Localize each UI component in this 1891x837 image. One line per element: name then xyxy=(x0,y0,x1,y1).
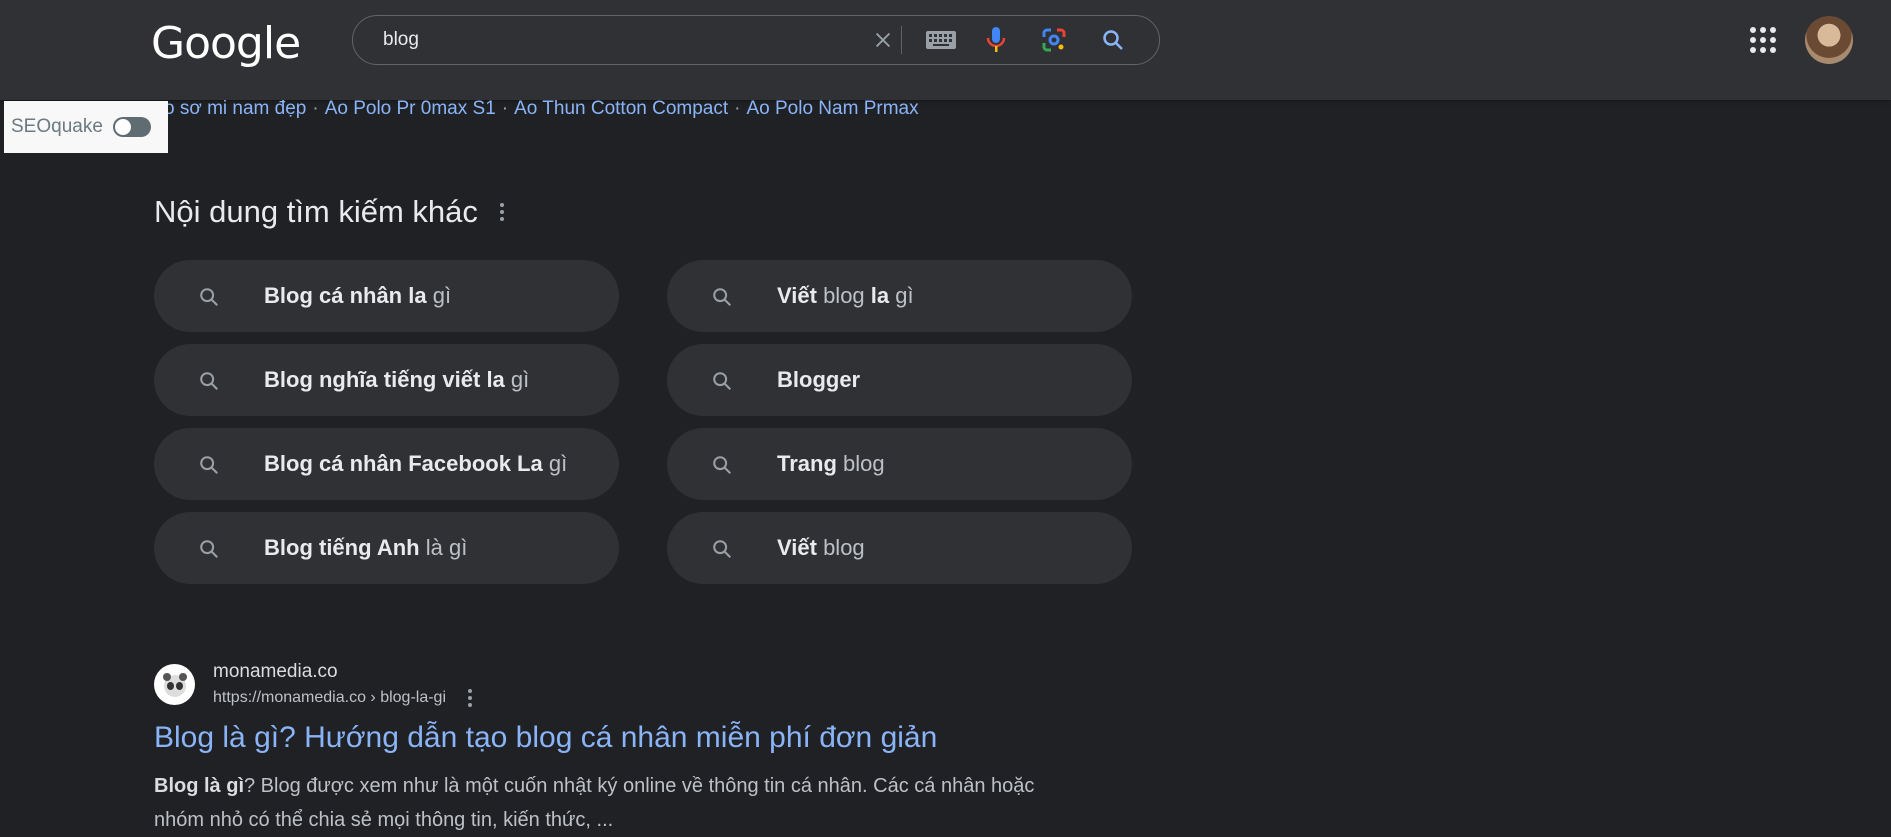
chip-label: Trang blog xyxy=(777,451,885,476)
search-box xyxy=(352,15,1160,65)
close-icon[interactable] xyxy=(863,16,903,64)
result-url-text[interactable]: https://monamedia.co › blog-la-gi xyxy=(213,689,446,707)
seoquake-widget: SEOquake xyxy=(4,101,168,153)
heading-text: Nội dung tìm kiếm khác xyxy=(154,194,478,229)
chip-label: Blogger xyxy=(777,367,861,392)
related-search-chip[interactable]: Viết blog xyxy=(667,512,1132,584)
related-search-chip[interactable]: Blog cá nhân la gì xyxy=(154,260,619,332)
search-icon xyxy=(200,456,218,474)
search-icon xyxy=(713,288,731,306)
chip-label: Blog tiếng Anh là gì xyxy=(264,535,468,560)
search-input[interactable] xyxy=(383,26,863,54)
mic-icon[interactable] xyxy=(976,16,1016,64)
search-icon xyxy=(200,540,218,558)
seoquake-label: SEOquake xyxy=(11,116,103,137)
search-icon xyxy=(200,372,218,390)
search-icon xyxy=(713,540,731,558)
chip-label: Blog cá nhân Facebook La gì xyxy=(264,451,568,476)
site-favicon xyxy=(154,664,195,705)
related-link[interactable]: Ao Thun Cotton Compact xyxy=(514,98,728,119)
related-search-chip[interactable]: Blogger xyxy=(667,344,1132,416)
related-searches-heading: Nội dung tìm kiếm khác xyxy=(154,194,504,230)
search-icon xyxy=(713,456,731,474)
search-icon xyxy=(200,288,218,306)
google-logo[interactable]: Google xyxy=(151,18,301,69)
related-link[interactable]: o sơ mi nam đẹp xyxy=(164,98,306,119)
search-icon[interactable] xyxy=(1093,16,1133,64)
chip-label: Blog cá nhân la gì xyxy=(264,283,452,308)
chip-label: Blog nghĩa tiếng viết la gì xyxy=(264,367,530,392)
result-snippet: Blog là gì? Blog được xem như là một cuố… xyxy=(154,769,1054,837)
related-search-chip[interactable]: Blog nghĩa tiếng viết la gì xyxy=(154,344,619,416)
avatar[interactable] xyxy=(1805,16,1853,64)
related-links: o sơ mi nam đẹp · Ao Polo Pr 0max S1 · Ao Th… xyxy=(164,98,919,119)
related-link[interactable]: Ao Polo Pr 0max S1 xyxy=(325,98,496,119)
result-site-name[interactable]: monamedia.co xyxy=(213,661,338,683)
more-options-icon[interactable] xyxy=(468,689,472,707)
snippet-bold: Blog là gì xyxy=(154,775,244,797)
result-url: https://monamedia.co › blog-la-gi xyxy=(213,689,472,707)
search-icon xyxy=(713,372,731,390)
related-search-chip[interactable]: Viết blog la gì xyxy=(667,260,1132,332)
related-search-chip[interactable]: Trang blog xyxy=(667,428,1132,500)
related-search-chip[interactable]: Blog tiếng Anh là gì xyxy=(154,512,619,584)
header: Google xyxy=(0,0,1891,100)
result-title-link[interactable]: Blog là gì? Hướng dẫn tạo blog cá nhân m… xyxy=(154,721,937,755)
seoquake-toggle[interactable] xyxy=(112,117,151,137)
apps-icon[interactable] xyxy=(1745,22,1781,58)
divider xyxy=(901,26,902,54)
related-search-chip[interactable]: Blog cá nhân Facebook La gì xyxy=(154,428,619,500)
chip-label: Viết blog la gì xyxy=(777,283,914,308)
chip-label: Viết blog xyxy=(777,535,865,560)
lens-icon[interactable] xyxy=(1034,16,1074,64)
related-link[interactable]: Ao Polo Nam Prmax xyxy=(746,98,918,119)
keyboard-icon[interactable] xyxy=(921,16,961,64)
more-options-icon[interactable] xyxy=(499,203,504,221)
